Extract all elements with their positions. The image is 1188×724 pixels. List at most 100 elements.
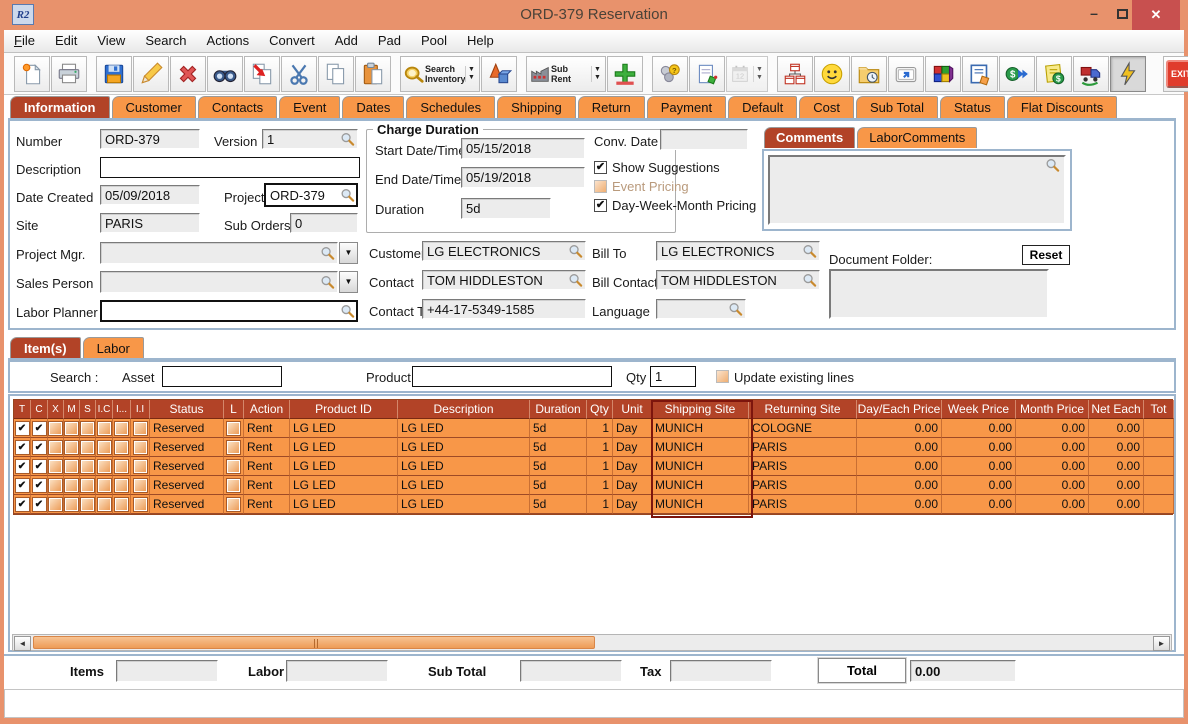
print-button[interactable] bbox=[51, 56, 87, 92]
cell-status[interactable]: Reserved bbox=[150, 438, 224, 457]
row-checkbox[interactable] bbox=[227, 441, 240, 454]
cell-unit[interactable]: Day bbox=[613, 476, 652, 495]
cell-returning-site[interactable]: COLOGNE bbox=[749, 419, 857, 438]
row-checkbox[interactable] bbox=[227, 460, 240, 473]
edit-pencil-button[interactable] bbox=[133, 56, 169, 92]
start-date-field[interactable] bbox=[461, 138, 585, 159]
column-header-t[interactable]: T bbox=[14, 400, 31, 419]
row-checkbox[interactable] bbox=[134, 441, 147, 454]
cell-day-each-price[interactable]: 0.00 bbox=[857, 438, 942, 457]
document-folder-box[interactable] bbox=[829, 269, 1049, 319]
row-checkbox[interactable] bbox=[81, 441, 94, 454]
column-header-shipping-site[interactable]: Shipping Site bbox=[652, 400, 749, 419]
table-row[interactable]: ✔✔ReservedRentLG LEDLG LED5d1DayMUNICHCO… bbox=[14, 419, 1172, 438]
color-blocks-button[interactable] bbox=[925, 56, 961, 92]
cell-action[interactable]: Rent bbox=[244, 457, 290, 476]
column-header-i-i[interactable]: I.I bbox=[131, 400, 150, 419]
row-checkbox[interactable] bbox=[65, 479, 78, 492]
cell-shipping-site[interactable]: MUNICH bbox=[652, 419, 749, 438]
row-checkbox[interactable]: ✔ bbox=[16, 498, 29, 511]
tab-return[interactable]: Return bbox=[578, 96, 645, 119]
menu-view[interactable]: View bbox=[87, 30, 135, 52]
day-week-month-pricing-checkbox[interactable]: ✔ bbox=[594, 199, 607, 212]
cell-net-each[interactable]: 0.00 bbox=[1089, 438, 1144, 457]
bill-to-field[interactable] bbox=[656, 241, 820, 261]
org-chart-button[interactable] bbox=[777, 56, 813, 92]
truck-transfer-button[interactable] bbox=[1073, 56, 1109, 92]
column-header-week-price[interactable]: Week Price bbox=[942, 400, 1016, 419]
asset-input[interactable] bbox=[162, 366, 282, 387]
column-header-returning-site[interactable]: Returning Site bbox=[749, 400, 857, 419]
row-checkbox[interactable] bbox=[134, 479, 147, 492]
customer-field[interactable] bbox=[422, 241, 586, 261]
cell-month-price[interactable]: 0.00 bbox=[1016, 438, 1089, 457]
sales-person-field[interactable] bbox=[100, 271, 338, 293]
cell-shipping-site[interactable]: MUNICH bbox=[652, 438, 749, 457]
column-header-product-id[interactable]: Product ID bbox=[290, 400, 398, 419]
reset-button[interactable]: Reset bbox=[1022, 245, 1070, 265]
cell-duration[interactable]: 5d bbox=[530, 419, 587, 438]
cell-description[interactable]: LG LED bbox=[398, 419, 530, 438]
row-checkbox[interactable] bbox=[81, 479, 94, 492]
table-row[interactable]: ✔✔ReservedRentLG LEDLG LED5d1DayMUNICHPA… bbox=[14, 438, 1172, 457]
row-checkbox[interactable] bbox=[65, 460, 78, 473]
3d-shapes-button[interactable] bbox=[481, 56, 517, 92]
row-checkbox[interactable] bbox=[115, 479, 128, 492]
cell-week-price[interactable]: 0.00 bbox=[942, 438, 1016, 457]
help-balls-button[interactable]: ? bbox=[652, 56, 688, 92]
row-checkbox[interactable]: ✔ bbox=[16, 441, 29, 454]
cell-week-price[interactable]: 0.00 bbox=[942, 419, 1016, 438]
cell-month-price[interactable]: 0.00 bbox=[1016, 457, 1089, 476]
menu-help[interactable]: Help bbox=[457, 30, 504, 52]
bill-contact-field[interactable] bbox=[656, 270, 820, 290]
key-shortcut-button[interactable] bbox=[888, 56, 924, 92]
row-checkbox[interactable]: ✔ bbox=[16, 460, 29, 473]
row-checkbox[interactable]: ✔ bbox=[16, 422, 29, 435]
comments-field[interactable] bbox=[768, 155, 1066, 225]
cell-description[interactable]: LG LED bbox=[398, 495, 530, 514]
row-checkbox[interactable]: ✔ bbox=[33, 460, 46, 473]
delete-button[interactable] bbox=[170, 56, 206, 92]
chevron-down-icon[interactable]: ▼▼ bbox=[591, 66, 603, 82]
cell-product-id[interactable]: LG LED bbox=[290, 495, 398, 514]
cell-qty[interactable]: 1 bbox=[587, 419, 613, 438]
cell-status[interactable]: Reserved bbox=[150, 457, 224, 476]
tab-comments[interactable]: Comments bbox=[764, 127, 855, 148]
tab-dates[interactable]: Dates bbox=[342, 96, 404, 119]
send-dollar-button[interactable]: $ bbox=[999, 56, 1035, 92]
copy-button[interactable] bbox=[318, 56, 354, 92]
project-field[interactable] bbox=[264, 183, 358, 207]
column-header-day-each-price[interactable]: Day/Each Price bbox=[857, 400, 942, 419]
row-checkbox[interactable] bbox=[115, 422, 128, 435]
column-header-action[interactable]: Action bbox=[244, 400, 290, 419]
search-inventory-button[interactable]: Search Inventory▼▼ bbox=[400, 56, 480, 92]
tab-status[interactable]: Status bbox=[940, 96, 1005, 119]
row-checkbox[interactable] bbox=[49, 479, 62, 492]
project-mgr-combo[interactable]: ▼ bbox=[100, 242, 358, 264]
column-header-m[interactable]: M bbox=[64, 400, 80, 419]
folder-clock-button[interactable] bbox=[851, 56, 887, 92]
cell-product-id[interactable]: LG LED bbox=[290, 476, 398, 495]
column-header-i-c[interactable]: I.C bbox=[96, 400, 113, 419]
cell-product-id[interactable]: LG LED bbox=[290, 457, 398, 476]
row-checkbox[interactable] bbox=[227, 498, 240, 511]
row-checkbox[interactable] bbox=[98, 422, 111, 435]
cell-shipping-site[interactable]: MUNICH bbox=[652, 476, 749, 495]
cell-tot[interactable] bbox=[1144, 457, 1174, 476]
number-field[interactable] bbox=[100, 129, 200, 149]
menu-edit[interactable]: Edit bbox=[45, 30, 87, 52]
site-field[interactable] bbox=[100, 213, 200, 233]
calendar-button[interactable]: 12▼▼ bbox=[726, 56, 768, 92]
cell-action[interactable]: Rent bbox=[244, 438, 290, 457]
tab-customer[interactable]: Customer bbox=[112, 96, 196, 119]
lightning-button[interactable] bbox=[1110, 56, 1146, 92]
invoice-dollar-button[interactable]: $ bbox=[1036, 56, 1072, 92]
menu-pad[interactable]: Pad bbox=[368, 30, 411, 52]
row-checkbox[interactable] bbox=[49, 422, 62, 435]
row-checkbox[interactable] bbox=[98, 441, 111, 454]
chevron-down-icon[interactable]: ▼▼ bbox=[465, 66, 477, 82]
qty-input[interactable] bbox=[650, 366, 696, 387]
scroll-left-icon[interactable]: ◄ bbox=[14, 636, 31, 651]
row-checkbox[interactable] bbox=[115, 441, 128, 454]
duration-field[interactable] bbox=[461, 198, 551, 219]
